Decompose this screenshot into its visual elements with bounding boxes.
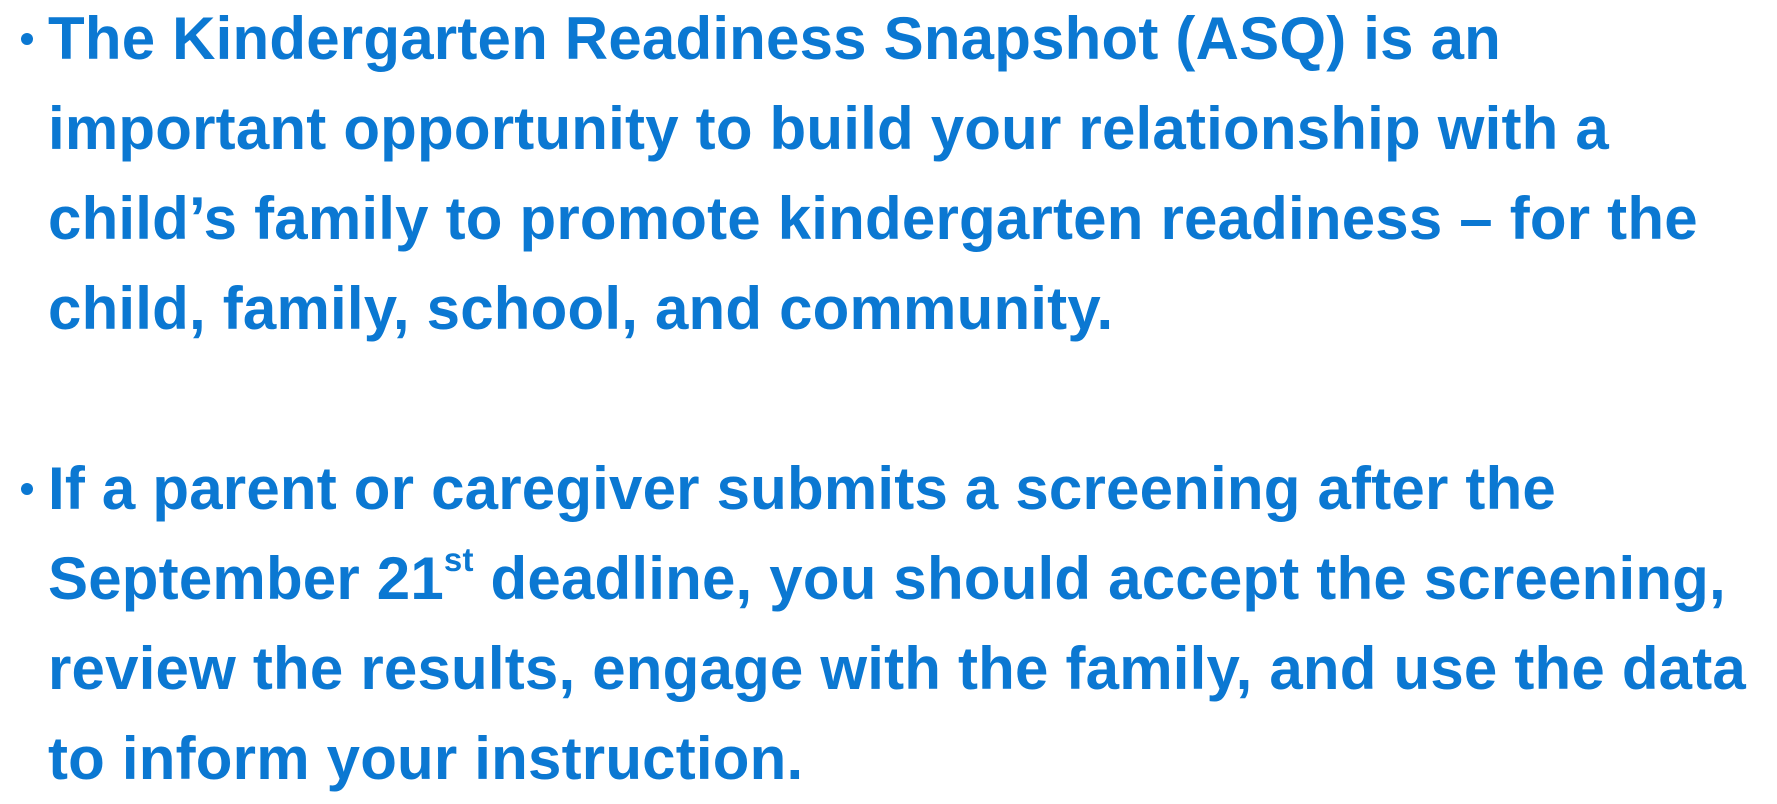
bullet-list: The Kindergarten Readiness Snapshot (ASQ… xyxy=(0,0,1777,804)
ordinal-superscript: st xyxy=(443,541,474,579)
slide: The Kindergarten Readiness Snapshot (ASQ… xyxy=(0,0,1777,792)
bullet-item-late-screening: If a parent or caregiver submits a scree… xyxy=(0,444,1777,804)
bullet-item-asq-opportunity: The Kindergarten Readiness Snapshot (ASQ… xyxy=(0,0,1777,354)
bullet-dot-icon xyxy=(12,0,42,84)
bullet-text: The Kindergarten Readiness Snapshot (ASQ… xyxy=(48,5,1698,342)
bullet-dot-icon xyxy=(12,444,42,534)
